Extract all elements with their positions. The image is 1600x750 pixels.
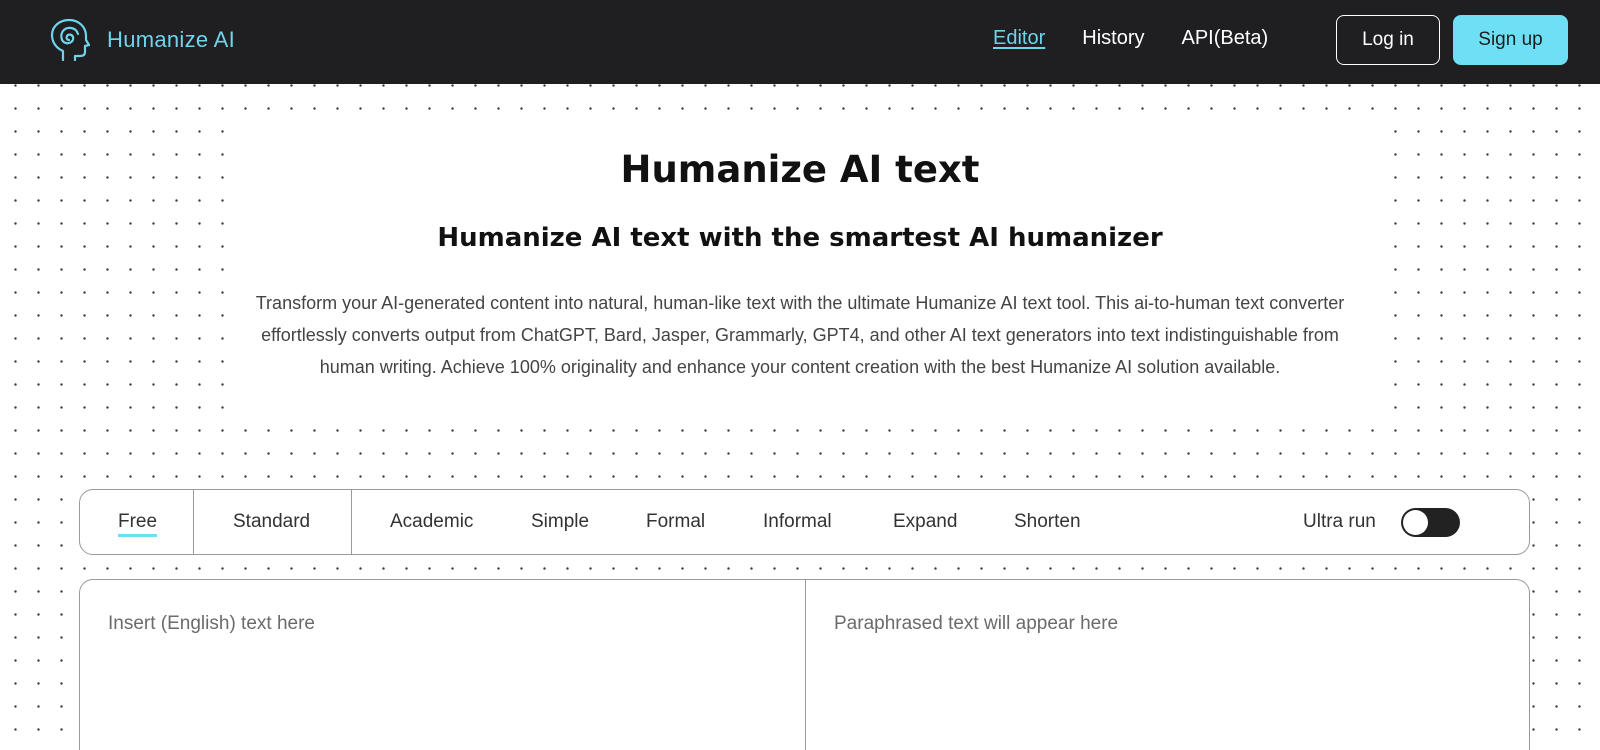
page-title: Humanize AI text	[620, 148, 980, 191]
input-text-area[interactable]	[108, 613, 768, 750]
mode-tab-simple[interactable]: Simple	[531, 490, 589, 554]
mode-tab-label: Standard	[233, 511, 311, 532]
nav-api-beta[interactable]: API(Beta)	[1181, 27, 1268, 50]
mode-tab-label: Formal	[646, 511, 706, 532]
mode-divider	[351, 490, 352, 554]
mode-tab-informal[interactable]: Informal	[763, 490, 832, 554]
brand[interactable]: Humanize AI	[50, 18, 235, 62]
editor-panel: Paraphrased text will appear here	[79, 579, 1530, 750]
ultra-run-label: Ultra run	[1303, 511, 1376, 532]
output-text-area: Paraphrased text will appear here	[834, 613, 1119, 634]
mode-tab-label: Simple	[531, 511, 590, 532]
mode-tab-standard[interactable]: Standard	[233, 490, 310, 554]
top-nav-bar: Humanize AI Editor History API(Beta) Log…	[0, 0, 1600, 84]
ultra-run-toggle[interactable]	[1401, 508, 1460, 537]
head-spiral-icon	[50, 18, 90, 62]
editor-divider	[805, 580, 806, 750]
mode-tab-label: Informal	[763, 511, 832, 532]
mode-tab-shorten[interactable]: Shorten	[1014, 490, 1081, 554]
brand-name: Humanize AI	[107, 27, 236, 52]
nav-history[interactable]: History	[1082, 27, 1144, 50]
main-nav: Editor History API(Beta)	[993, 27, 1305, 50]
mode-tab-formal[interactable]: Formal	[646, 490, 705, 554]
mode-tab-label: Shorten	[1014, 511, 1081, 532]
mode-tab-label: Expand	[893, 511, 958, 532]
signup-button[interactable]: Sign up	[1453, 15, 1568, 65]
mode-tab-academic[interactable]: Academic	[390, 490, 473, 554]
mode-tab-label: Academic	[390, 511, 474, 532]
toggle-knob	[1403, 510, 1428, 535]
mode-selector-bar: Free Standard Academic Simple Formal Inf…	[79, 489, 1530, 555]
mode-tab-label: Free	[118, 511, 158, 537]
mode-tab-free[interactable]: Free	[118, 490, 158, 554]
mode-tab-expand[interactable]: Expand	[893, 490, 957, 554]
mode-divider	[193, 490, 194, 554]
page-subtitle: Humanize AI text with the smartest AI hu…	[437, 223, 1163, 253]
page-description: Transform your AI-generated content into…	[255, 293, 1345, 377]
nav-editor[interactable]: Editor	[993, 27, 1045, 50]
login-button[interactable]: Log in	[1336, 15, 1440, 65]
